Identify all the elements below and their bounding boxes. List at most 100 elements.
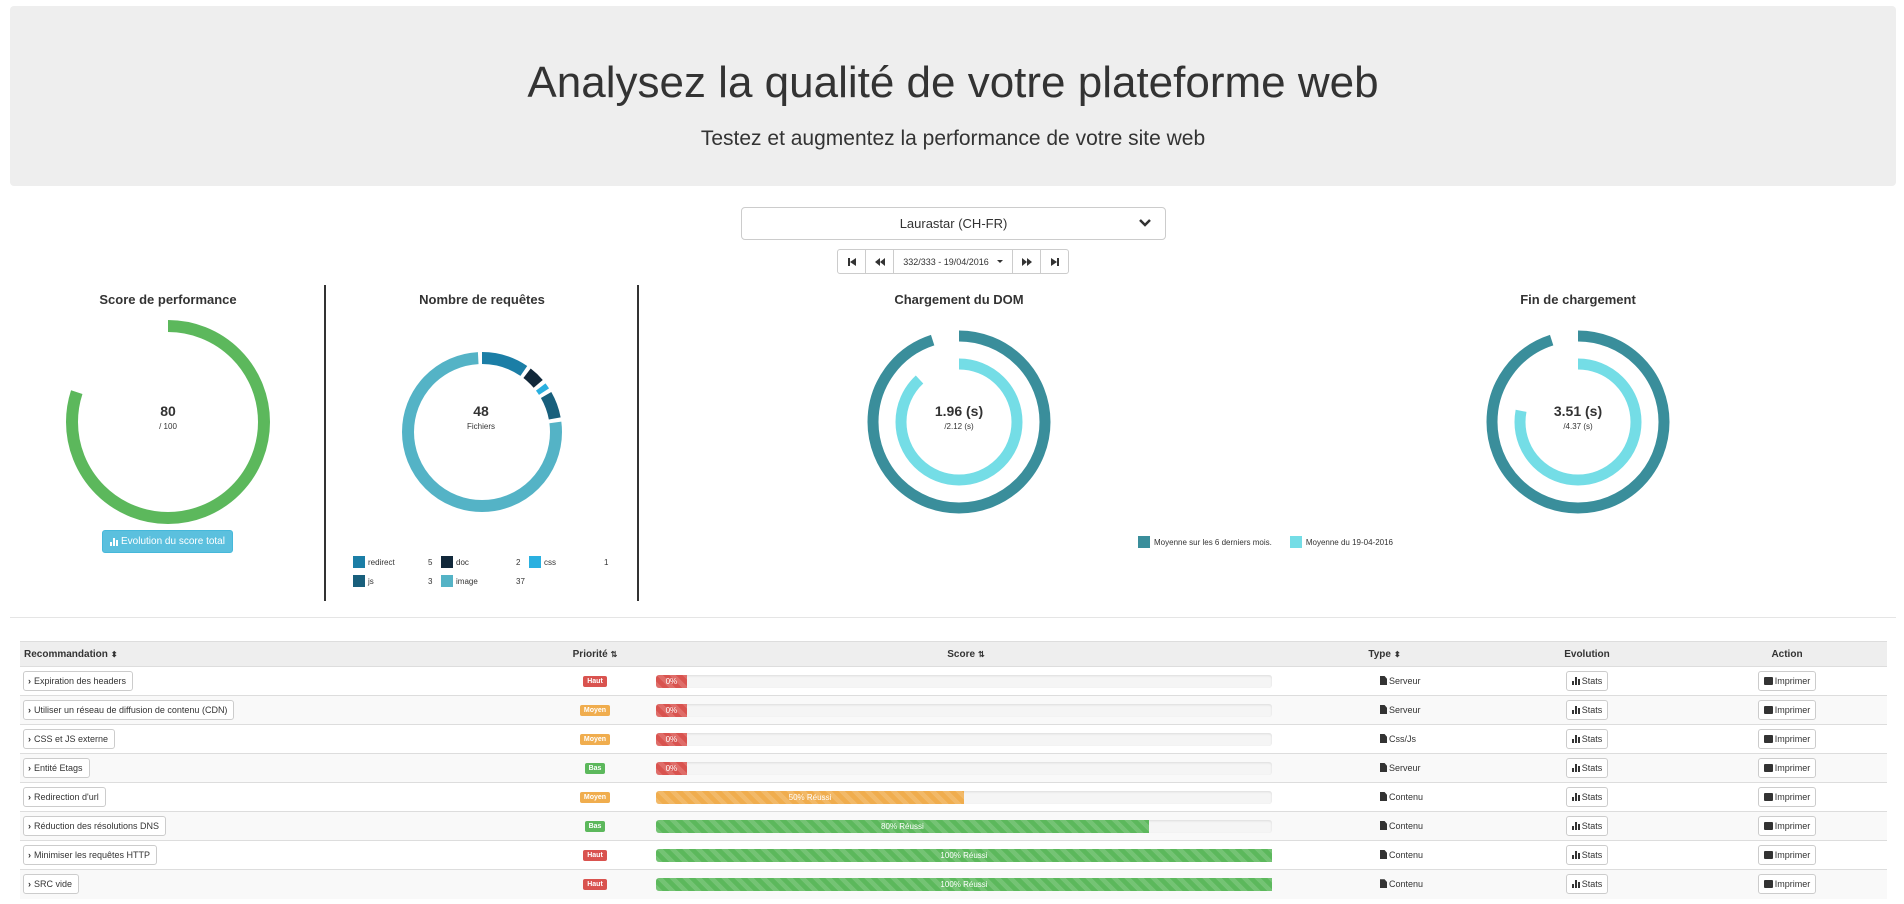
table-row: › Minimiser les requêtes HTTP Haut 100% Réu…	[20, 840, 1887, 870]
bar-chart-icon	[1571, 677, 1580, 685]
score-progress-bar: 50% Réussi	[656, 790, 964, 804]
chevron-down-icon	[1139, 219, 1151, 227]
stats-button[interactable]: Stats	[1565, 758, 1609, 778]
recommendation-toggle-button[interactable]: › Expiration des headers	[23, 671, 134, 691]
table-row: › Redirection d'url Moyen 50% Réussi Contenu…	[20, 782, 1887, 812]
print-button[interactable]: Imprimer	[1757, 845, 1817, 865]
score-progress: 0%	[656, 703, 1272, 717]
recommendation-toggle-button[interactable]: › Utiliser un réseau de diffusion de cont…	[23, 700, 235, 720]
print-label: Imprimer	[1774, 879, 1811, 890]
print-label: Imprimer	[1774, 763, 1811, 773]
stats-button[interactable]: Stats	[1565, 845, 1609, 865]
score-progress: 0%	[656, 674, 1272, 688]
print-button[interactable]: Imprimer	[1757, 671, 1817, 691]
legend-label: js	[368, 577, 374, 586]
requests-value-box: 48 Fichiers	[431, 403, 531, 431]
col-priorite[interactable]: Priorité ⇅	[540, 641, 650, 667]
dom-value-box: 1.96 (s) /2.12 (s)	[909, 403, 1009, 431]
action-cell: Imprimer	[1687, 666, 1887, 696]
score-progress: 100% Réussi	[656, 877, 1272, 891]
action-cell: Imprimer	[1687, 811, 1887, 841]
type-cell: Serveur	[1282, 753, 1487, 783]
evolution-cell: Stats	[1487, 753, 1687, 783]
col-recommandation[interactable]: Recommandation ⬍	[20, 641, 540, 667]
file-icon	[1380, 734, 1387, 743]
next-report-button[interactable]	[1012, 249, 1041, 274]
time-legend: Moyenne sur les 6 derniers mois. Moyenne…	[1138, 536, 1393, 548]
print-icon	[1763, 706, 1773, 714]
recommendation-name: Expiration des headers	[34, 676, 127, 686]
stats-label: Stats	[1581, 792, 1603, 802]
score-label: 100% Réussi	[940, 879, 988, 889]
recommendation-toggle-button[interactable]: › Redirection d'url	[23, 787, 106, 807]
print-button[interactable]: Imprimer	[1757, 874, 1817, 895]
print-icon	[1763, 677, 1773, 685]
score-progress-bar: 0%	[656, 703, 687, 717]
bar-chart-icon	[1571, 764, 1580, 772]
legend-count: 2	[516, 558, 521, 567]
stats-button[interactable]: Stats	[1565, 729, 1609, 749]
score-cell: 100% Réussi	[650, 869, 1282, 899]
recommendation-toggle-button[interactable]: › Minimiser les requêtes HTTP	[23, 845, 158, 865]
priority-badge: Haut	[583, 676, 607, 687]
forward-icon	[1021, 257, 1032, 266]
recommendation-toggle-button[interactable]: › SRC vide	[23, 874, 80, 895]
score-progress-bar: 0%	[656, 761, 687, 775]
score-evolution-button[interactable]: Evolution du score total	[102, 530, 233, 553]
bar-chart-icon	[1571, 706, 1580, 714]
step-forward-icon	[1050, 257, 1059, 266]
print-button[interactable]: Imprimer	[1757, 700, 1817, 720]
recommendation-name: Entité Etags	[34, 763, 83, 773]
report-date-dropdown[interactable]: 332/333 - 19/04/2016	[893, 249, 1013, 274]
previous-report-button[interactable]	[865, 249, 894, 274]
site-select[interactable]: Laurastar (CH-FR)	[741, 207, 1166, 240]
score-cell: 80% Réussi	[650, 811, 1282, 841]
chevron-right-icon: ›	[28, 792, 31, 802]
requests-value: 48	[473, 403, 489, 419]
type-label: Contenu	[1389, 850, 1424, 860]
score-cell: 0%	[650, 666, 1282, 696]
score-label: 100% Réussi	[940, 850, 988, 860]
print-button[interactable]: Imprimer	[1757, 758, 1817, 778]
recommendation-name: Réduction des résolutions DNS	[34, 821, 160, 831]
print-label: Imprimer	[1774, 676, 1811, 686]
dom-title: Chargement du DOM	[894, 292, 1024, 307]
stats-button[interactable]: Stats	[1565, 671, 1609, 691]
table-row: › Entité Etags Bas 0% Serveur Stats Imprimer	[20, 753, 1887, 783]
print-button[interactable]: Imprimer	[1757, 787, 1817, 807]
col-type[interactable]: Type ⬍	[1282, 641, 1487, 667]
stats-button[interactable]: Stats	[1565, 874, 1609, 895]
reco-cell: › Redirection d'url	[20, 782, 540, 812]
stats-button[interactable]: Stats	[1565, 816, 1609, 836]
performance-value-box: 80 / 100	[118, 403, 218, 431]
evolution-cell: Stats	[1487, 724, 1687, 754]
legend-count: 37	[516, 577, 525, 586]
type-label: Contenu	[1389, 879, 1424, 890]
print-button[interactable]: Imprimer	[1757, 816, 1817, 836]
backward-icon	[874, 257, 885, 266]
sort-icon: ⬍	[110, 649, 118, 659]
table-row: › CSS et JS externe Moyen 0% Css/Js Stats Impr…	[20, 724, 1887, 754]
stats-button[interactable]: Stats	[1565, 787, 1609, 807]
print-button[interactable]: Imprimer	[1757, 729, 1817, 749]
col-score[interactable]: Score ⇅	[650, 641, 1282, 667]
type-cell: Serveur	[1282, 695, 1487, 725]
legend-swatch	[441, 575, 453, 587]
score-label: 80% Réussi	[881, 821, 924, 831]
reco-cell: › SRC vide	[20, 869, 540, 899]
recommendation-toggle-button[interactable]: › Entité Etags	[23, 758, 90, 778]
reco-cell: › CSS et JS externe	[20, 724, 540, 754]
legend-swatch-average	[1138, 536, 1150, 548]
sort-icon: ⇅	[978, 649, 985, 659]
print-icon	[1763, 764, 1773, 772]
score-progress: 80% Réussi	[656, 819, 1272, 833]
priority-cell: Haut	[540, 666, 650, 696]
recommendation-name: Minimiser les requêtes HTTP	[34, 850, 151, 860]
stats-button[interactable]: Stats	[1565, 700, 1609, 720]
priority-cell: Moyen	[540, 695, 650, 725]
recommendation-toggle-button[interactable]: › Réduction des résolutions DNS	[23, 816, 167, 836]
recommendation-toggle-button[interactable]: › CSS et JS externe	[23, 729, 116, 749]
last-report-button[interactable]	[1040, 249, 1069, 274]
first-report-button[interactable]	[837, 249, 866, 274]
table-row: › Réduction des résolutions DNS Bas 80% Réu…	[20, 811, 1887, 841]
